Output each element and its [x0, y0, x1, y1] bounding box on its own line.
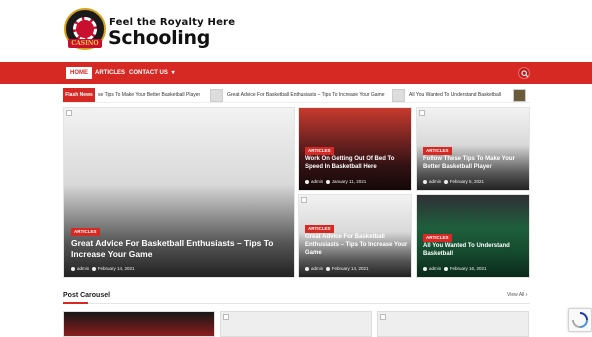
- search-icon: [521, 70, 529, 78]
- flash-news-thumbnail[interactable]: [392, 89, 405, 102]
- flash-news-item[interactable]: se Tips To Make Your Better Basketball P…: [98, 88, 200, 102]
- post-author[interactable]: admin: [311, 266, 323, 271]
- post-author[interactable]: admin: [77, 266, 89, 271]
- featured-post-tile[interactable]: ARTICLES Follow These Tips To Make Your …: [416, 107, 530, 191]
- post-title[interactable]: Great Advice For Basketball Enthusiasts …: [305, 234, 409, 257]
- search-button[interactable]: [518, 67, 530, 79]
- flash-news-thumbnail[interactable]: [513, 89, 526, 102]
- post-author[interactable]: admin: [311, 179, 323, 184]
- nav-home[interactable]: HOME: [66, 67, 92, 79]
- flash-news-ticker: Flash News se Tips To Make Your Better B…: [63, 88, 530, 103]
- featured-post-large[interactable]: ARTICLES Great Advice For Basketball Ent…: [63, 107, 295, 278]
- post-author[interactable]: admin: [429, 179, 441, 184]
- nav-contact-us[interactable]: CONTACT US ▾: [129, 67, 175, 79]
- image-placeholder-icon: [380, 314, 386, 320]
- post-date: February 5, 2021: [449, 179, 485, 184]
- clock-icon: [443, 266, 448, 271]
- user-icon: [423, 179, 427, 184]
- user-icon: [71, 266, 75, 271]
- flash-news-item[interactable]: All You Wanted To Understand Basketball: [409, 88, 501, 102]
- nav-articles[interactable]: ARTICLES: [95, 67, 125, 79]
- site-header: CASINO Feel the Royalty Here Schooling: [0, 0, 592, 62]
- post-title[interactable]: Follow These Tips To Make Your Better Ba…: [423, 156, 527, 172]
- section-accent-bar: [63, 302, 88, 304]
- chevron-down-icon: ▾: [171, 70, 175, 76]
- featured-post-tile[interactable]: ARTICLES Great Advice For Basketball Ent…: [298, 194, 412, 278]
- user-icon: [423, 266, 427, 271]
- post-date: February 16, 2021: [449, 266, 487, 271]
- chevron-right-icon: ›: [525, 292, 528, 298]
- carousel-card[interactable]: [63, 311, 215, 337]
- view-all-link[interactable]: View All ›: [507, 292, 527, 298]
- image-placeholder-icon: [223, 314, 229, 320]
- post-date: January 11, 2021: [331, 179, 367, 184]
- category-badge[interactable]: ARTICLES: [305, 147, 334, 155]
- flash-news-thumbnail[interactable]: [210, 89, 223, 102]
- nav-contact-label: CONTACT US: [129, 70, 168, 76]
- section-divider: [63, 303, 530, 304]
- carousel-card[interactable]: [377, 311, 529, 337]
- featured-post-tile[interactable]: ARTICLES Work On Getting Out Of Bed To S…: [298, 107, 412, 191]
- clock-icon: [91, 266, 96, 271]
- image-placeholder-icon: [301, 197, 307, 203]
- image-placeholder-icon: [66, 110, 72, 116]
- category-badge[interactable]: ARTICLES: [423, 234, 452, 242]
- site-logo[interactable]: CASINO: [64, 8, 106, 50]
- recaptcha-badge[interactable]: [568, 308, 592, 332]
- site-title[interactable]: Schooling: [108, 27, 210, 49]
- image-placeholder-icon: [419, 110, 425, 116]
- recaptcha-icon: [572, 312, 588, 328]
- user-icon: [305, 266, 309, 271]
- post-meta: admin February 5, 2021: [423, 179, 484, 184]
- post-date: February 14, 2021: [331, 266, 369, 271]
- category-badge[interactable]: ARTICLES: [305, 225, 334, 233]
- featured-post-tile[interactable]: ARTICLES All You Wanted To Understand Ba…: [416, 194, 530, 278]
- logo-casino-text: CASINO: [68, 39, 102, 48]
- user-icon: [305, 179, 309, 184]
- post-meta: admin February 16, 2021: [423, 266, 487, 271]
- poker-chip-icon: [73, 17, 97, 41]
- post-date: February 14, 2021: [97, 266, 135, 271]
- carousel-card[interactable]: [220, 311, 372, 337]
- category-badge[interactable]: ARTICLES: [423, 147, 452, 155]
- section-title: Post Carousel: [63, 292, 111, 299]
- category-badge[interactable]: ARTICLES: [71, 228, 100, 236]
- clock-icon: [325, 179, 330, 184]
- post-meta: admin January 11, 2021: [305, 179, 366, 184]
- flash-news-item[interactable]: Great Advice For Basketball Enthusiasts …: [227, 88, 385, 102]
- flash-news-label: Flash News: [63, 88, 95, 102]
- post-title[interactable]: Great Advice For Basketball Enthusiasts …: [71, 238, 281, 260]
- clock-icon: [443, 179, 448, 184]
- post-author[interactable]: admin: [429, 266, 441, 271]
- view-all-label: View All: [507, 292, 525, 298]
- clock-icon: [325, 266, 330, 271]
- post-meta: admin February 14, 2021: [305, 266, 369, 271]
- post-meta: admin February 14, 2021: [71, 266, 135, 271]
- post-title[interactable]: All You Wanted To Understand Basketball: [423, 243, 527, 259]
- main-navigation: HOME ARTICLES CONTACT US ▾: [0, 62, 592, 84]
- post-title[interactable]: Work On Getting Out Of Bed To Speed In B…: [305, 156, 409, 172]
